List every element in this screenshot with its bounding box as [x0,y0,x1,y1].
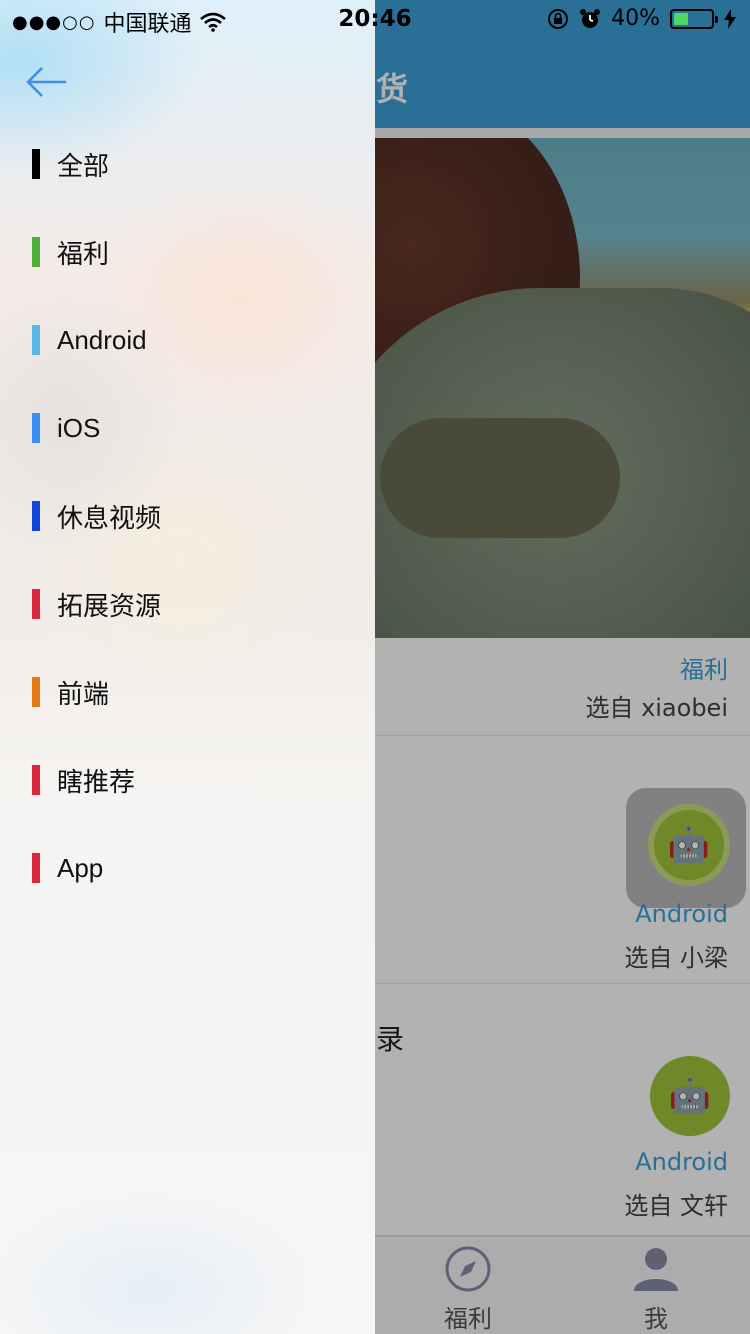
category-menu: 全部 福利 Android iOS 休息视频 拓展资源 前端 瞎推荐 App [0,120,375,912]
menu-item-android[interactable]: Android [0,296,375,384]
category-color-bar [32,853,40,883]
menu-item-label: 拓展资源 [57,590,162,621]
status-right: 40% [547,6,736,31]
battery-level [674,12,688,25]
menu-item-app[interactable]: App [0,824,375,912]
menu-item-fuli[interactable]: 福利 [0,208,375,296]
menu-item-recommend[interactable]: 瞎推荐 [0,736,375,824]
category-color-bar [32,501,40,531]
menu-item-label: iOS [57,412,101,443]
menu-item-label: 前端 [57,678,110,709]
menu-item-rest-video[interactable]: 休息视频 [0,472,375,560]
side-drawer: 全部 福利 Android iOS 休息视频 拓展资源 前端 瞎推荐 App [0,0,375,1334]
category-color-bar [32,765,40,795]
menu-item-ios[interactable]: iOS [0,384,375,472]
status-bar: ●●●○○ 中国联通 20:46 40% [0,0,750,40]
menu-item-label: 瞎推荐 [57,766,136,797]
category-color-bar [32,325,40,355]
menu-item-label: App [57,852,104,883]
menu-item-label: 休息视频 [57,502,162,533]
rotation-lock-icon [548,8,569,29]
battery-percent: 40% [611,6,660,31]
category-color-bar [32,677,40,707]
menu-item-label: 福利 [57,238,110,269]
arrow-left-icon[interactable] [22,62,70,102]
battery-icon [670,8,718,29]
menu-item-extra-resources[interactable]: 拓展资源 [0,560,375,648]
menu-item-frontend[interactable]: 前端 [0,648,375,736]
category-color-bar [32,413,40,443]
category-color-bar [32,589,40,619]
menu-item-label: Android [57,324,147,355]
alarm-icon [580,8,601,28]
menu-item-label: 全部 [57,150,110,181]
category-color-bar [32,149,40,179]
charging-icon [724,8,736,29]
menu-item-all[interactable]: 全部 [0,120,375,208]
category-color-bar [32,237,40,267]
